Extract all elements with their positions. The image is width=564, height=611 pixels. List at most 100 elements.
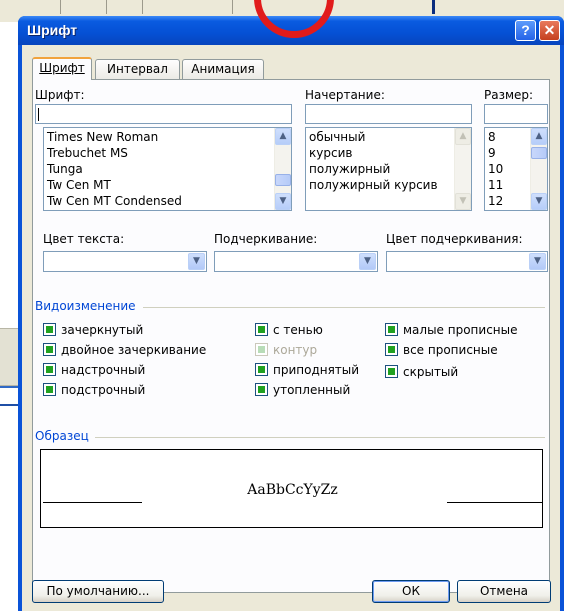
background-accent	[432, 0, 435, 14]
scroll-thumb[interactable]	[275, 174, 291, 186]
help-button[interactable]: ?	[515, 20, 536, 41]
list-item[interactable]: Times New Roman	[47, 129, 158, 145]
chevron-down-icon[interactable]: ▼	[359, 253, 376, 270]
scroll-thumb[interactable]	[531, 147, 547, 159]
font-list[interactable]: Times New Roman Trebuchet MS Tunga Tw Ce…	[43, 127, 292, 211]
underline-select[interactable]: ▼	[214, 251, 378, 272]
style-input[interactable]	[305, 104, 472, 124]
checkbox-hidden[interactable]: скрытый	[385, 365, 458, 381]
checkbox-double-strikethrough[interactable]: двойное зачеркивание	[43, 343, 206, 359]
tab-animation[interactable]: Анимация	[182, 59, 264, 79]
list-item[interactable]: 10	[488, 161, 503, 177]
set-default-button[interactable]: По умолчанию...	[32, 580, 164, 603]
background-cell	[106, 0, 107, 14]
checkbox-icon[interactable]	[43, 343, 56, 356]
list-item[interactable]: Trebuchet MS	[47, 145, 128, 161]
scroll-up-icon: ▲	[455, 128, 471, 145]
tab-label: Интервал	[107, 62, 168, 76]
scroll-down-icon[interactable]: ▼	[531, 193, 547, 210]
checkbox-icon[interactable]	[43, 383, 56, 396]
checkbox-icon[interactable]	[385, 343, 398, 356]
size-list-scrollbar[interactable]: ▲ ▼	[530, 128, 547, 210]
checkbox-icon[interactable]	[385, 323, 398, 336]
list-item[interactable]: 11	[488, 177, 503, 193]
text-color-label: Цвет текста:	[43, 232, 125, 246]
checkbox-strikethrough[interactable]: зачеркнутый	[43, 323, 143, 339]
preview-baseline-right	[447, 502, 542, 503]
checkbox-label: утопленный	[273, 383, 351, 397]
style-list[interactable]: обычный курсив полужирный полужирный кур…	[305, 127, 472, 211]
tab-panel-font: Шрифт: Times New Roman Trebuchet MS Tung…	[32, 79, 550, 593]
checkbox-emboss[interactable]: приподнятый	[255, 363, 359, 379]
checkbox-icon[interactable]	[43, 363, 56, 376]
checkbox-label: контур	[273, 343, 318, 357]
checkbox-label: скрытый	[403, 365, 459, 379]
group-divider	[95, 437, 545, 438]
list-item[interactable]: полужирный курсив	[309, 177, 438, 193]
checkbox-icon[interactable]	[385, 365, 398, 378]
checkbox-outline: контур	[255, 343, 317, 359]
checkbox-icon[interactable]	[43, 323, 56, 336]
chevron-down-icon[interactable]: ▼	[529, 253, 546, 270]
text-caret	[38, 108, 39, 121]
checkbox-superscript[interactable]: надстрочный	[43, 363, 145, 379]
size-input[interactable]	[484, 104, 548, 124]
text-color-select[interactable]: ▼	[43, 251, 207, 272]
list-item[interactable]: 12	[488, 193, 503, 209]
underline-color-select[interactable]: ▼	[386, 251, 548, 272]
list-item[interactable]: 8	[488, 129, 496, 145]
background-cell	[142, 0, 143, 14]
size-label: Размер:	[484, 88, 534, 102]
checkbox-small-caps[interactable]: малые прописные	[385, 323, 518, 339]
list-item[interactable]: обычный	[309, 129, 365, 145]
checkbox-all-caps[interactable]: все прописные	[385, 343, 498, 359]
preview-group-title: Образец	[35, 429, 89, 443]
list-item[interactable]: полужирный	[309, 161, 390, 177]
checkbox-label: зачеркнутый	[61, 323, 144, 337]
underline-color-label: Цвет подчеркивания:	[386, 232, 523, 246]
size-list[interactable]: 8 9 10 11 12 ▲ ▼	[484, 127, 548, 211]
checkbox-label: двойное зачеркивание	[61, 343, 207, 357]
ok-button[interactable]: ОК	[372, 580, 450, 603]
tab-label: Шрифт	[39, 61, 85, 75]
scroll-up-icon[interactable]: ▲	[531, 128, 547, 145]
checkbox-engrave[interactable]: утопленный	[255, 383, 350, 399]
checkbox-label: надстрочный	[61, 363, 146, 377]
checkbox-subscript[interactable]: подстрочный	[43, 383, 145, 399]
scroll-down-icon: ▼	[455, 193, 471, 210]
list-item[interactable]: Tw Cen MT Condensed	[47, 193, 182, 209]
checkbox-icon[interactable]	[255, 383, 268, 396]
background-cell	[232, 0, 233, 14]
tab-label: Анимация	[191, 62, 255, 76]
checkbox-label: подстрочный	[61, 383, 146, 397]
checkbox-icon[interactable]	[255, 323, 268, 336]
chevron-down-icon[interactable]: ▼	[188, 253, 205, 270]
close-button[interactable]: ✕	[539, 20, 560, 41]
effects-group-title: Видоизменение	[35, 299, 136, 313]
tab-font[interactable]: Шрифт	[32, 57, 92, 80]
window-title: Шрифт	[27, 22, 78, 38]
checkbox-label: с тенью	[273, 323, 323, 337]
checkbox-shadow[interactable]: с тенью	[255, 323, 323, 339]
list-item[interactable]: 9	[488, 145, 496, 161]
scroll-up-icon[interactable]: ▲	[275, 128, 291, 145]
tab-spacing[interactable]: Интервал	[95, 59, 180, 79]
dialog-client: Шрифт Интервал Анимация Шрифт: Times New…	[22, 45, 560, 611]
preview-sample-text: AaBbCcYyZz	[247, 482, 338, 498]
list-item[interactable]: Tunga	[47, 161, 83, 177]
style-label: Начертание:	[305, 88, 385, 102]
list-item[interactable]: курсив	[309, 145, 352, 161]
font-label: Шрифт:	[35, 88, 85, 102]
checkbox-label: малые прописные	[403, 323, 518, 337]
group-divider	[143, 307, 545, 308]
font-list-scrollbar[interactable]: ▲ ▼	[274, 128, 291, 210]
preview-box: AaBbCcYyZz	[40, 449, 543, 528]
font-input[interactable]	[35, 104, 292, 124]
scroll-down-icon[interactable]: ▼	[275, 193, 291, 210]
checkbox-icon	[255, 343, 268, 356]
checkbox-label: приподнятый	[273, 363, 360, 377]
checkbox-icon[interactable]	[255, 363, 268, 376]
cancel-button[interactable]: Отмена	[457, 580, 551, 603]
checkbox-label: все прописные	[403, 343, 498, 357]
list-item[interactable]: Tw Cen MT	[47, 177, 111, 193]
